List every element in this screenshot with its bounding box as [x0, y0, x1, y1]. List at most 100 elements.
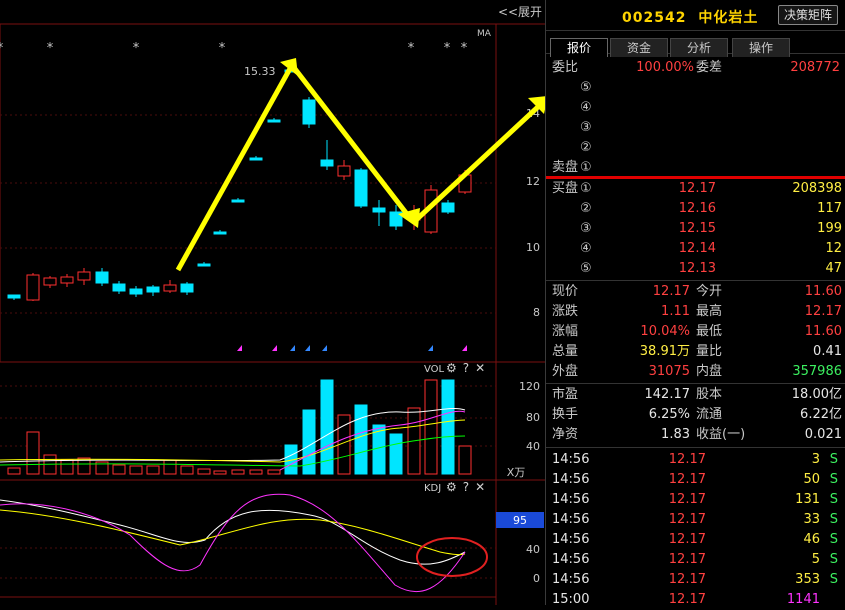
event-marker: *	[133, 41, 140, 56]
sell-level-index: ④	[580, 100, 592, 115]
tick-volume: 1141	[786, 592, 820, 607]
tick-price: 12.17	[668, 472, 706, 487]
signal-arrow-icon	[462, 345, 467, 351]
tick-time: 14:56	[552, 552, 590, 567]
quote-label: 总量	[552, 344, 579, 359]
sell-level-row[interactable]: ③	[546, 118, 845, 138]
kline-chart-canvas[interactable]: 1412108MA*******15.331208040X万95400	[0, 0, 545, 605]
quote-row: 涨幅 10.04% 最低 11.60	[546, 322, 845, 342]
quote-row: 总量 38.91万 量比 0.41	[546, 342, 845, 362]
candle-body	[77, 271, 91, 281]
quote-value: 12.17	[652, 284, 690, 299]
sell-level-index: ②	[580, 140, 592, 155]
sell-level-row[interactable]: 卖盘 ①	[546, 158, 845, 178]
quote-value: 1.11	[661, 304, 690, 319]
commission-row: 委比 100.00% 委差 208772	[546, 58, 845, 78]
quote-label: 量比	[696, 344, 723, 359]
tab-quote[interactable]: 报价	[550, 38, 608, 57]
buy-level-row[interactable]: ④ 12.14 12	[546, 239, 845, 259]
volume-bar	[458, 445, 472, 475]
tick-volume: 3	[811, 452, 820, 467]
event-marker: *	[219, 41, 226, 56]
quote-label: 最低	[696, 324, 723, 339]
quote-row: 现价 12.17 今开 11.60	[546, 282, 845, 302]
tick-volume: 33	[803, 512, 820, 527]
candle-body	[60, 276, 74, 284]
price-axis-label: 12	[526, 175, 540, 188]
expand-button[interactable]: <<展开	[497, 3, 543, 21]
sell-level-row[interactable]: ②	[546, 138, 845, 158]
kdj-j-line	[0, 493, 466, 593]
close-icon[interactable]: ✕	[475, 361, 485, 375]
candle-body	[213, 231, 227, 235]
signal-arrow-icon	[428, 345, 433, 351]
close-icon[interactable]: ✕	[475, 480, 485, 494]
tick-volume: 50	[803, 472, 820, 487]
fundamental-value: 0.021	[804, 427, 842, 442]
kdj-axis-label: 40	[526, 543, 540, 556]
signal-arrow-icon	[305, 345, 310, 351]
stock-title: 002542 中化岩土	[622, 7, 758, 27]
candle-body	[231, 199, 245, 203]
tick-price: 12.17	[668, 592, 706, 607]
quote-row: 外盘 31075 内盘 357986	[546, 362, 845, 382]
buy-volume: 47	[825, 261, 842, 276]
gear-icon[interactable]: ⚙	[446, 480, 457, 494]
kline-chart-area[interactable]: 1412108MA*******15.331208040X万95400 <<展开…	[0, 0, 545, 605]
candle-body	[146, 286, 160, 293]
buy-level-row[interactable]: ⑤ 12.13 47	[546, 259, 845, 279]
sell-level-row[interactable]: ④	[546, 98, 845, 118]
tab-analysis[interactable]: 分析	[670, 38, 728, 57]
price-axis-label: 8	[533, 306, 540, 319]
volume-bar	[267, 469, 281, 475]
tab-funds[interactable]: 资金	[610, 38, 668, 57]
tick-row: 14:56 12.17 5 S	[546, 550, 845, 570]
quote-tabs: 报价 资金 分析 操作	[546, 31, 845, 57]
help-icon[interactable]: ?	[463, 361, 469, 375]
vol-axis-label: 40	[526, 440, 540, 453]
decision-matrix-button[interactable]: 决策矩阵	[777, 5, 838, 25]
volume-bar	[26, 431, 40, 475]
tick-time: 15:00	[552, 592, 590, 607]
buy-level-row[interactable]: 买盘 ① 12.17 208398	[546, 179, 845, 199]
tick-time: 14:56	[552, 492, 590, 507]
volume-bar	[249, 469, 263, 475]
sell-label: 卖盘	[552, 160, 579, 175]
commission-diff-label: 委差	[696, 60, 723, 75]
trend-arrow-down	[290, 63, 412, 220]
buy-level-index: ⑤	[580, 261, 592, 276]
fundamental-row: 净资 1.83 收益(一) 0.021	[546, 425, 845, 445]
candle-body	[180, 283, 194, 293]
fundamental-value: 18.00亿	[791, 387, 842, 402]
buy-price: 12.14	[678, 241, 716, 256]
signal-arrow-icon	[290, 345, 295, 351]
candle-body	[7, 294, 21, 299]
volume-bar	[146, 465, 160, 475]
help-icon[interactable]: ?	[463, 480, 469, 494]
buy-level-row[interactable]: ③ 12.15 199	[546, 219, 845, 239]
price-axis-label: 10	[526, 241, 540, 254]
candle-body	[95, 271, 109, 284]
volume-bar	[424, 379, 438, 475]
gear-icon[interactable]: ⚙	[446, 361, 457, 375]
quote-value: 38.91万	[639, 344, 690, 359]
volume-bar	[112, 464, 126, 475]
tick-price: 12.17	[668, 512, 706, 527]
buy-level-index: ④	[580, 241, 592, 256]
sell-level-index: ①	[580, 160, 592, 175]
buy-level-row[interactable]: ② 12.16 117	[546, 199, 845, 219]
candle-body	[337, 165, 351, 177]
tick-side: S	[829, 572, 838, 587]
quote-value: 0.41	[813, 344, 842, 359]
buy-label: 买盘	[552, 181, 579, 196]
tab-operate[interactable]: 操作	[732, 38, 790, 57]
buy-price: 12.13	[678, 261, 716, 276]
buy-volume: 208398	[792, 181, 842, 196]
tick-side: S	[829, 512, 838, 527]
trend-arrow-rebound	[414, 103, 542, 222]
event-marker: *	[408, 41, 415, 56]
tick-price: 12.17	[668, 452, 706, 467]
sell-level-row[interactable]: ⑤	[546, 78, 845, 98]
quote-label: 外盘	[552, 364, 579, 379]
stock-name: 中化岩土	[698, 10, 759, 26]
